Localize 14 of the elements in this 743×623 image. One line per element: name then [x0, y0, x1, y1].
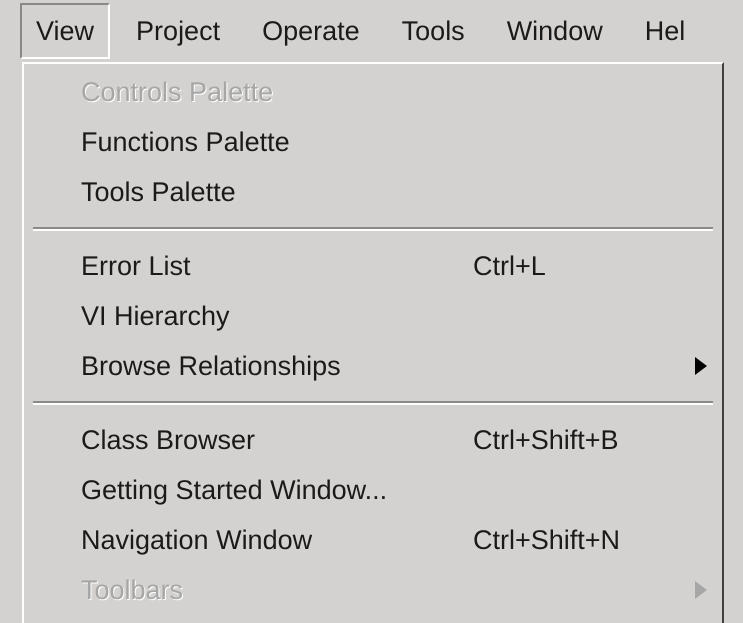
menu-bar-item[interactable]: Tools	[386, 2, 481, 60]
menu-item[interactable]: Navigation Window Ctrl+Shift+N	[27, 515, 719, 565]
menu-item[interactable]: Error List Ctrl+L	[27, 241, 719, 291]
menu-bar-item[interactable]: Window	[490, 2, 619, 60]
menu-bar-item[interactable]: Operate	[246, 2, 376, 60]
menu-bar-item[interactable]: Hel	[628, 2, 702, 60]
menu-item[interactable]: Functions Palette	[27, 117, 719, 167]
menu-item[interactable]: Tools Palette	[27, 167, 719, 217]
menu-item[interactable]: Class Browser Ctrl+Shift+B	[27, 415, 719, 465]
menu-bar-item[interactable]: View	[20, 2, 110, 60]
menu-bar-item[interactable]: Project	[120, 2, 236, 60]
menu-item[interactable]: Browse Relationships	[27, 341, 719, 391]
menu-item[interactable]: Getting Started Window...	[27, 465, 719, 515]
menu-item[interactable]: VI Hierarchy	[27, 291, 719, 341]
